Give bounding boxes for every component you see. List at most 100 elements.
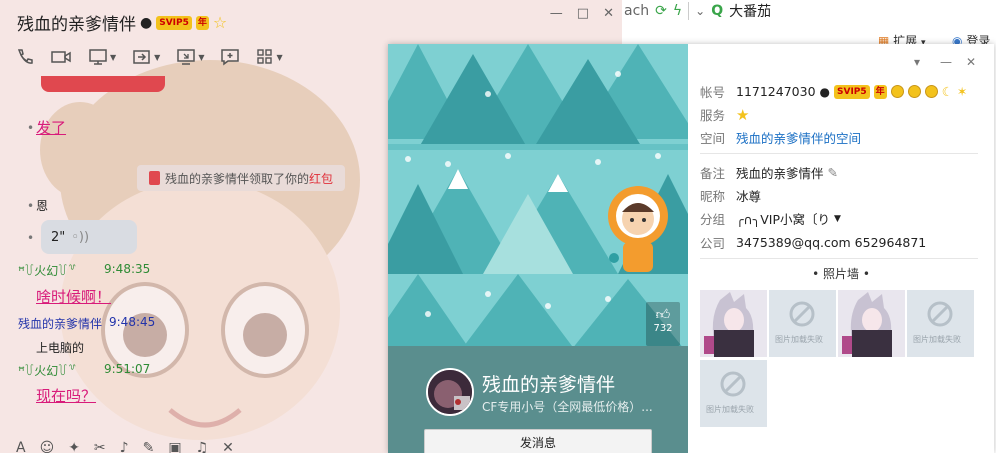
photo-thumbnail-broken[interactable]: 图片加载失败 [769,290,836,357]
maximize-icon[interactable]: □ [577,6,589,21]
voice-message[interactable]: 2" ◦)) [41,220,137,254]
sender-nickname[interactable]: 残血的亲爹情伴 [18,315,102,332]
browser-address-bar[interactable]: ach ⟳ ϟ ⌄ Q 大番茄 [622,0,771,22]
sun-level-icon [890,85,904,98]
notice-text: 残血的亲爹情伴领取了你的 [165,171,310,186]
photo-thumbnail-broken[interactable]: 图片加载失败 [700,360,767,427]
broken-image-icon [769,290,836,357]
message-time: 9:51:07 [104,362,151,376]
group-label: 分组 [700,212,726,227]
photo-thumbnail[interactable] [700,290,767,357]
remark-value: 残血的亲爹情伴 ✎ [736,163,838,182]
like-count: 732 [653,323,673,334]
photo-thumbnail[interactable] [838,290,905,357]
refresh-icon[interactable]: ⟳ [655,3,667,19]
space-label: 空间 [700,131,726,146]
company-row: 公司 3475389@qq.com 652964871 [700,233,926,252]
font-icon[interactable]: A [16,440,26,453]
chevron-down-icon: ▼ [276,52,283,62]
screen-share-button[interactable]: ▼ [88,48,116,66]
screenshot-icon[interactable]: ✂ [94,440,106,453]
add-message-button[interactable] [220,48,240,66]
chevron-down-icon[interactable]: ▾ [914,55,920,69]
mic-icon[interactable]: ♪ [120,440,129,453]
profile-info-panel: ▾ — ✕ 帐号 1171247030 ● SVIP5 年 ☾ ✶ 服务 ★ 空… [688,44,994,453]
broken-caption: 图片加载失败 [913,335,961,344]
phone-icon [17,49,33,64]
group-select[interactable]: ╭∩╮VIP小窝〔り ▼ [736,209,841,228]
remote-desktop-icon [177,49,196,65]
account-row: 帐号 1171247030 ● SVIP5 年 ☾ ✶ [700,82,967,101]
video-call-button[interactable] [50,48,72,66]
moon-level-icon: ☾ [941,84,953,99]
magic-icon[interactable]: ✦ [68,440,80,453]
minimize-icon[interactable]: — [940,55,952,69]
chevron-down-icon: ▼ [198,52,205,62]
remote-control-button[interactable]: ▼ [176,48,204,66]
divider [700,258,978,259]
space-link[interactable]: 残血的亲爹情伴的空间 [736,128,861,147]
bullet-dot: • [27,199,35,213]
group-value: ╭∩╮VIP小窝〔り [736,212,830,227]
broken-caption: 图片加载失败 [775,335,823,344]
red-packet-icon [149,171,160,185]
avatar[interactable] [426,368,474,416]
send-message-button[interactable]: 发消息 [424,429,652,453]
account-label: 帐号 [700,85,726,100]
service-label: 服务 [700,108,726,123]
broken-caption: 图片加载失败 [706,405,754,414]
emoji-icon[interactable]: ☺ [40,440,55,453]
chat-message: 现在吗？ [36,387,97,405]
close-icon[interactable]: ✕ [966,55,976,69]
pen-icon[interactable]: ✎ [143,440,155,453]
chat-background-illustration [40,60,360,440]
year-badge: 年 [873,84,887,99]
qq-penguin-icon: ● [140,14,153,31]
input-toolbar: A ☺ ✦ ✂ ♪ ✎ ▣ ♫ ✕ [16,440,234,453]
apps-button[interactable]: ▼ [256,48,283,66]
profile-signature: CF专用小号（全网最低价格）... [482,400,653,414]
edit-icon[interactable]: ✎ [828,165,838,180]
like-button[interactable]: 👍︎ 732 [646,302,680,346]
sender-nickname[interactable]: ꟸ꒦火幻꒦꒷ [18,262,77,279]
chevron-down-icon: ▼ [154,52,161,62]
anime-girl-photo [838,290,905,357]
chat-message[interactable]: 发了 [36,117,66,138]
chat-message: 上电脑的 [36,341,85,355]
chevron-down-icon[interactable]: ⌄ [695,4,705,18]
music-icon[interactable]: ♫ [196,440,209,453]
sun-level-icon [907,85,921,98]
chevron-down-icon: ▼ [833,213,841,224]
star-level-icon: ✶ [956,84,968,99]
chat-toolbar: ▼ ▼ ▼ ▼ [16,48,283,66]
close-icon[interactable]: ✕ [603,6,614,21]
search-text[interactable]: 大番茄 [729,1,771,21]
more-icon[interactable]: ✕ [222,440,234,453]
sender-nickname[interactable]: ꟸ꒦火幻꒦꒷ [18,362,77,379]
space-row: 空间 残血的亲爹情伴的空间 [700,128,861,147]
search-engine-icon: Q [711,3,724,19]
monitor-icon [89,49,107,65]
video-icon [51,51,71,63]
photo-thumbnail-broken[interactable]: 图片加载失败 [907,290,974,357]
window-controls: — □ ✕ [550,6,614,21]
nickname-value: 冰尊 [736,189,762,204]
company-label: 公司 [700,236,726,251]
lightning-icon[interactable]: ϟ [673,3,682,19]
image-icon[interactable]: ▣ [168,440,181,453]
anime-girl-photo [700,290,767,357]
transfer-file-button[interactable]: ▼ [132,48,160,66]
qq-penguin-icon: ● [819,84,831,99]
profile-cover: 👍︎ 732 残血的亲爹情伴 CF专用小号（全网最低价格）... 发消息 [388,44,688,453]
photo-wall-title: • 照片墙 • [812,267,870,281]
sun-level-icon [924,85,938,98]
minimize-icon[interactable]: — [550,6,563,21]
background-browser: ach ⟳ ϟ ⌄ Q 大番茄 ▦ 扩展 ▾ ◉ 登录 [622,0,996,50]
remark-label: 备注 [700,166,726,181]
message-bubble-edge [41,76,165,92]
service-star-icon[interactable]: ★ [736,106,749,124]
message-time: 9:48:35 [104,262,151,276]
phone-button[interactable] [16,48,34,66]
profile-name: 残血的亲爹情伴 [482,374,616,396]
red-packet-link[interactable]: 红包 [309,170,333,187]
